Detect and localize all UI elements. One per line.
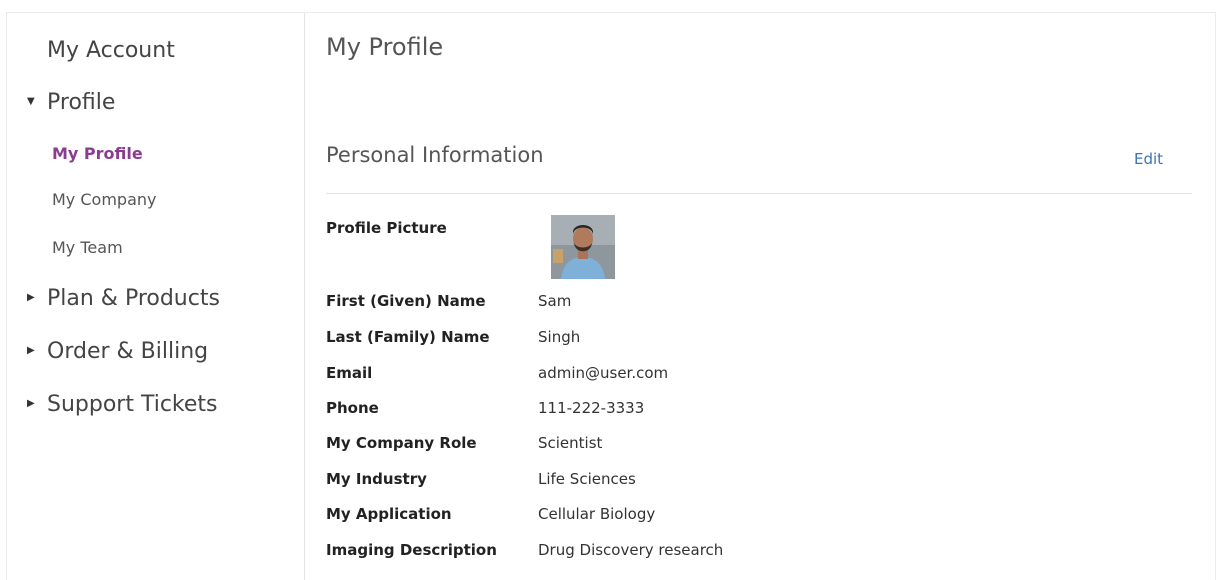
field-label-profile-picture: Profile Picture (326, 219, 447, 237)
sidebar-section-label: Plan & Products (47, 286, 220, 311)
field-label-email: Email (326, 364, 373, 382)
field-value-application: Cellular Biology (538, 505, 656, 523)
field-value-industry: Life Sciences (538, 470, 636, 488)
sidebar-section-profile[interactable]: ▼ Profile (27, 90, 115, 115)
sidebar-section-label: Profile (47, 90, 116, 115)
section-title: Personal Information (326, 143, 544, 167)
sidebar: My Account ▼ Profile My Profile My Compan… (7, 13, 305, 580)
field-label-first-name: First (Given) Name (326, 292, 486, 310)
caret-right-icon: ▶ (27, 292, 35, 303)
profile-picture (551, 215, 615, 279)
field-value-email: admin@user.com (538, 364, 669, 382)
page-title: My Profile (326, 33, 444, 61)
sidebar-section-plan-products[interactable]: ▶ Plan & Products (27, 286, 220, 311)
field-value-company-role: Scientist (538, 434, 603, 452)
sidebar-item-my-profile[interactable]: My Profile (52, 144, 143, 163)
edit-link[interactable]: Edit (1134, 150, 1163, 168)
caret-down-icon: ▼ (27, 96, 35, 107)
field-label-phone: Phone (326, 399, 379, 417)
field-label-last-name: Last (Family) Name (326, 328, 490, 346)
profile-picture-icon (551, 215, 615, 279)
sidebar-item-my-company[interactable]: My Company (52, 190, 156, 209)
field-value-last-name: Singh (538, 328, 581, 346)
field-label-application: My Application (326, 505, 452, 523)
main-content: My Profile Personal Information Edit Pro… (305, 13, 1215, 580)
section-divider (326, 193, 1192, 194)
account-frame: My Account ▼ Profile My Profile My Compan… (6, 12, 1216, 580)
sidebar-section-label: Support Tickets (47, 392, 218, 417)
caret-right-icon: ▶ (27, 345, 35, 356)
sidebar-section-label: Order & Billing (47, 339, 209, 364)
caret-right-icon: ▶ (27, 398, 35, 409)
sidebar-section-order-billing[interactable]: ▶ Order & Billing (27, 339, 208, 364)
field-value-imaging-description: Drug Discovery research (538, 541, 724, 559)
field-label-imaging-description: Imaging Description (326, 541, 497, 559)
sidebar-item-my-team[interactable]: My Team (52, 238, 123, 257)
field-label-industry: My Industry (326, 470, 427, 488)
field-value-first-name: Sam (538, 292, 572, 310)
sidebar-title: My Account (47, 38, 175, 63)
field-value-phone: 111-222-3333 (538, 399, 645, 417)
field-label-company-role: My Company Role (326, 434, 477, 452)
sidebar-section-support-tickets[interactable]: ▶ Support Tickets (27, 392, 218, 417)
